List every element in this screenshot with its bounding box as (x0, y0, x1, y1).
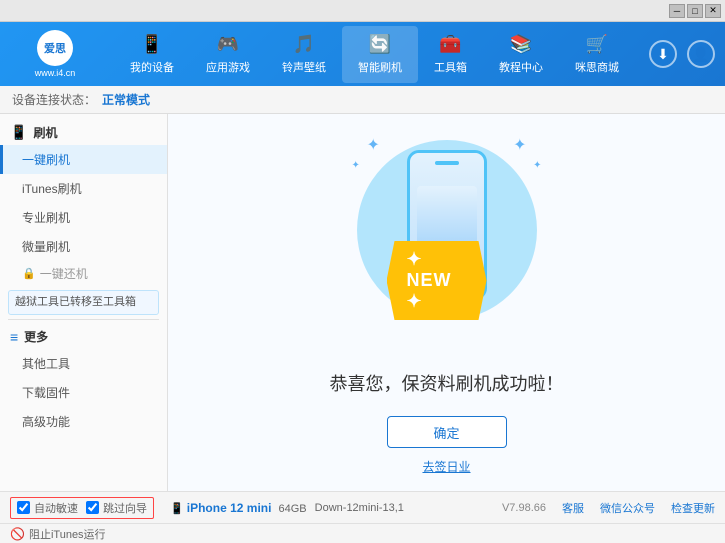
sparkle-top-left: ✦ (367, 135, 380, 155)
success-text: 恭喜您，保资料刷机成功啦！ (330, 370, 564, 396)
new-ribbon: ✦ NEW ✦ (387, 241, 487, 320)
nav-smart-flash-label: 智能刷机 (358, 59, 402, 75)
phone-illustration: ✦ ✦ ✦ ✦ ✦ NEW ✦ (347, 130, 547, 350)
sidebar-locked-restore: 🔒 一键还机 (0, 261, 167, 286)
skip-wizard-checkbox[interactable]: 跳过向导 (86, 500, 147, 516)
skip-wizard-input[interactable] (86, 501, 99, 514)
sparkle-mid-left: ✦ (352, 160, 360, 171)
auto-flash-label: 自动敏速 (34, 500, 78, 516)
nav-toolbox-label: 工具箱 (434, 59, 467, 75)
main-layout: 📱 刷机 一键刷机 iTunes刷机 专业刷机 微量刷机 🔒 一键还机 越狱工具… (0, 114, 725, 491)
itunes-status: 🚫 阻止iTunes运行 (10, 526, 106, 542)
device-storage: 64GB (279, 503, 307, 515)
sidebar-item-itunes-flash[interactable]: iTunes刷机 (0, 174, 167, 203)
checkbox-group-container: 自动敏速 跳过向导 (10, 497, 154, 519)
itunes-stop-icon: 🚫 (10, 527, 25, 541)
sidebar-item-download-fw[interactable]: 下载固件 (0, 378, 167, 407)
check-update-link[interactable]: 检查更新 (671, 500, 715, 516)
device-firmware: Down-12mini-13,1 (315, 502, 404, 514)
header-right: ⬇ 👤 (649, 40, 715, 68)
title-bar: ─ □ ✕ (0, 0, 725, 22)
nav-misi-store[interactable]: 🛒 咪思商城 (559, 26, 635, 83)
sidebar: 📱 刷机 一键刷机 iTunes刷机 专业刷机 微量刷机 🔒 一键还机 越狱工具… (0, 114, 168, 491)
more-section-title: 更多 (24, 328, 48, 345)
nav-apps-games[interactable]: 🎮 应用游戏 (190, 26, 266, 83)
auto-flash-checkbox[interactable]: 自动敏速 (17, 500, 78, 516)
nav-misi-store-label: 咪思商城 (575, 59, 619, 75)
sparkle-top-right: ✦ (513, 135, 526, 155)
customer-service-link[interactable]: 客服 (562, 500, 584, 516)
nav-ringtones-label: 铃声壁纸 (282, 59, 326, 75)
minimize-button[interactable]: ─ (669, 4, 685, 18)
window-controls: ─ □ ✕ (669, 4, 721, 18)
sidebar-item-advanced[interactable]: 高级功能 (0, 407, 167, 436)
sidebar-item-other-tools[interactable]: 其他工具 (0, 349, 167, 378)
logo-area: 爱思 www.i4.cn (10, 30, 100, 78)
goto-daily-link[interactable]: 去签日业 (422, 458, 470, 475)
more-section-icon: ≡ (10, 329, 18, 345)
sidebar-item-one-click-flash[interactable]: 一键刷机 (0, 145, 167, 174)
status-label: 设备连接状态： (12, 91, 96, 108)
header: 爱思 www.i4.cn 📱 我的设备 🎮 应用游戏 🎵 铃声壁纸 🔄 智能刷机… (0, 22, 725, 86)
device-icon: 📱 (170, 503, 184, 515)
flash-section-title: 刷机 (33, 124, 57, 141)
download-button[interactable]: ⬇ (649, 40, 677, 68)
more-section-header: ≡ 更多 (0, 324, 167, 349)
status-value: 正常模式 (102, 91, 150, 108)
apps-games-icon: 🎮 (217, 34, 239, 55)
nav-my-device-label: 我的设备 (130, 59, 174, 75)
sidebar-divider (8, 319, 159, 320)
phone-speaker (435, 161, 459, 165)
auto-flash-input[interactable] (17, 501, 30, 514)
confirm-button[interactable]: 确定 (387, 416, 507, 448)
device-info: 📱 iPhone 12 mini 64GB (170, 501, 307, 515)
flash-section-icon: 📱 (10, 124, 27, 141)
nav-bar: 📱 我的设备 🎮 应用游戏 🎵 铃声壁纸 🔄 智能刷机 🧰 工具箱 📚 教程中心… (100, 26, 649, 83)
skip-wizard-label: 跳过向导 (103, 500, 147, 516)
logo-icon: 爱思 (37, 30, 73, 66)
bottom-left: 自动敏速 跳过向导 📱 iPhone 12 mini 64GB Down-12m… (10, 497, 502, 519)
status-bar: 设备连接状态： 正常模式 (0, 86, 725, 114)
lock-icon: 🔒 (22, 267, 36, 280)
tutorial-icon: 📚 (510, 34, 532, 55)
content-area: ✦ ✦ ✦ ✦ ✦ NEW ✦ 恭喜您，保资料刷机成功啦！ 确定 去 (168, 114, 725, 491)
version-text: V7.98.66 (502, 502, 546, 514)
wechat-link[interactable]: 微信公众号 (600, 500, 655, 516)
ringtones-icon: 🎵 (293, 34, 315, 55)
toolbox-icon: 🧰 (439, 34, 461, 55)
sidebar-notice: 越狱工具已转移至工具箱 (8, 290, 159, 315)
smart-flash-icon: 🔄 (369, 34, 391, 55)
my-device-icon: 📱 (141, 34, 163, 55)
bottom-bar: 自动敏速 跳过向导 📱 iPhone 12 mini 64GB Down-12m… (0, 491, 725, 523)
sidebar-item-pro-flash[interactable]: 专业刷机 (0, 203, 167, 232)
sidebar-item-weiduan-flash[interactable]: 微量刷机 (0, 232, 167, 261)
nav-apps-games-label: 应用游戏 (206, 59, 250, 75)
new-badge-text: ✦ NEW ✦ (407, 249, 452, 311)
close-button[interactable]: ✕ (705, 4, 721, 18)
flash-section-header: 📱 刷机 (0, 120, 167, 145)
nav-my-device[interactable]: 📱 我的设备 (114, 26, 190, 83)
user-button[interactable]: 👤 (687, 40, 715, 68)
logo-subtext: www.i4.cn (35, 68, 76, 78)
nav-tutorial-label: 教程中心 (499, 59, 543, 75)
misi-store-icon: 🛒 (586, 34, 608, 55)
nav-smart-flash[interactable]: 🔄 智能刷机 (342, 26, 418, 83)
device-name: iPhone 12 mini (187, 501, 272, 515)
nav-ringtones[interactable]: 🎵 铃声壁纸 (266, 26, 342, 83)
nav-toolbox[interactable]: 🧰 工具箱 (418, 26, 483, 83)
maximize-button[interactable]: □ (687, 4, 703, 18)
bottom-right: V7.98.66 客服 微信公众号 检查更新 (502, 500, 715, 516)
itunes-status-bar: 🚫 阻止iTunes运行 (0, 523, 725, 543)
itunes-status-label: 阻止iTunes运行 (29, 526, 106, 542)
nav-tutorial[interactable]: 📚 教程中心 (483, 26, 559, 83)
sparkle-mid-right: ✦ (533, 160, 541, 171)
